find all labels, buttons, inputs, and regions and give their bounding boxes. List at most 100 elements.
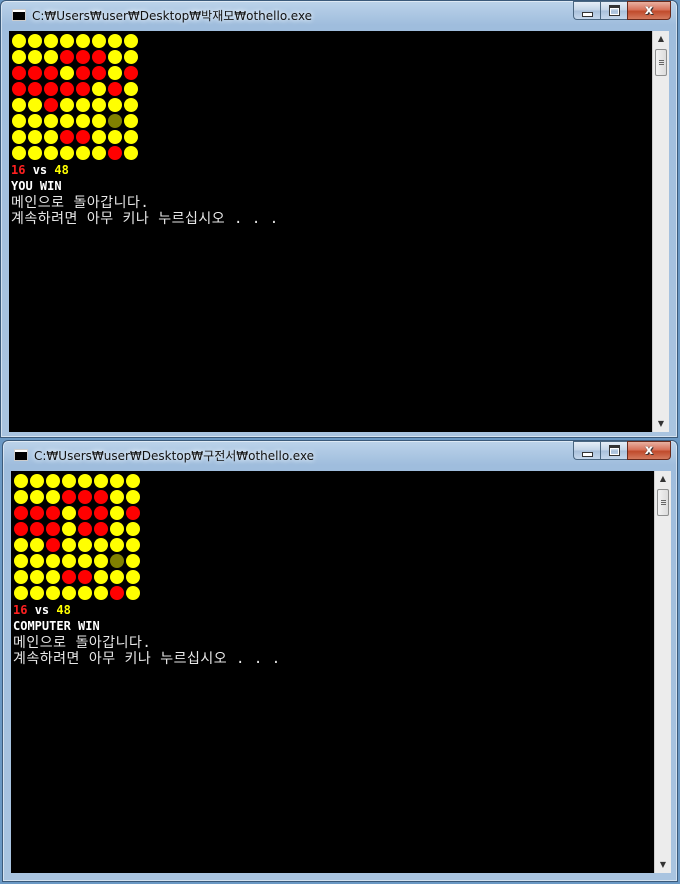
yellow-disc bbox=[28, 114, 42, 128]
yellow-disc bbox=[62, 586, 76, 600]
yellow-disc bbox=[110, 538, 124, 552]
red-disc bbox=[14, 506, 28, 520]
yellow-disc bbox=[94, 474, 108, 488]
title-bar[interactable]: C:₩Users₩user₩Desktop₩박재모₩othello.exe x bbox=[1, 1, 677, 31]
yellow-disc bbox=[60, 146, 74, 160]
yellow-disc bbox=[78, 586, 92, 600]
red-disc bbox=[62, 570, 76, 584]
yellow-disc bbox=[28, 98, 42, 112]
yellow-disc bbox=[108, 130, 122, 144]
yellow-disc bbox=[12, 146, 26, 160]
red-disc bbox=[78, 522, 92, 536]
yellow-disc bbox=[28, 34, 42, 48]
red-disc bbox=[46, 538, 60, 552]
red-disc bbox=[12, 66, 26, 80]
red-disc bbox=[28, 82, 42, 96]
red-disc bbox=[46, 506, 60, 520]
maximize-button[interactable] bbox=[600, 441, 627, 460]
minimize-button[interactable] bbox=[573, 1, 600, 20]
yellow-disc bbox=[92, 130, 106, 144]
yellow-score: 48 bbox=[56, 603, 71, 617]
yellow-disc bbox=[124, 34, 138, 48]
minimize-icon bbox=[581, 451, 593, 457]
yellow-disc bbox=[108, 50, 122, 64]
console-window-2: C:₩Users₩user₩Desktop₩구전서₩othello.exe x … bbox=[2, 440, 678, 882]
yellow-disc bbox=[46, 474, 60, 488]
console-output[interactable]: 16 vs 48 COMPUTER WIN 메인으로 돌아갑니다. 계속하려면 … bbox=[11, 471, 654, 873]
red-disc bbox=[78, 570, 92, 584]
close-button[interactable]: x bbox=[627, 441, 671, 460]
yellow-disc bbox=[44, 114, 58, 128]
yellow-disc bbox=[30, 570, 44, 584]
scroll-up-arrow-icon[interactable]: ▲ bbox=[653, 31, 669, 47]
yellow-disc bbox=[76, 34, 90, 48]
title-bar[interactable]: C:₩Users₩user₩Desktop₩구전서₩othello.exe x bbox=[3, 441, 677, 471]
press-any-key-message: 계속하려면 아무 키나 누르십시오 . . . bbox=[11, 211, 279, 227]
yellow-disc bbox=[78, 538, 92, 552]
red-disc bbox=[30, 522, 44, 536]
scroll-thumb[interactable] bbox=[655, 49, 667, 76]
scroll-up-arrow-icon[interactable]: ▲ bbox=[655, 471, 671, 487]
scroll-down-arrow-icon[interactable]: ▼ bbox=[653, 416, 669, 432]
vertical-scrollbar[interactable]: ▲ ▼ bbox=[654, 471, 671, 873]
yellow-disc bbox=[12, 98, 26, 112]
console-app-icon[interactable] bbox=[12, 9, 26, 21]
yellow-disc bbox=[126, 490, 140, 504]
yellow-disc bbox=[14, 538, 28, 552]
console-output[interactable]: 16 vs 48 YOU WIN 메인으로 돌아갑니다. 계속하려면 아무 키나… bbox=[9, 31, 652, 432]
score-line: 16 vs 48 bbox=[11, 163, 69, 177]
red-disc bbox=[46, 522, 60, 536]
red-disc bbox=[76, 130, 90, 144]
yellow-disc bbox=[124, 146, 138, 160]
yellow-disc bbox=[30, 474, 44, 488]
yellow-disc bbox=[110, 570, 124, 584]
yellow-disc bbox=[110, 474, 124, 488]
yellow-disc bbox=[60, 98, 74, 112]
scroll-down-arrow-icon[interactable]: ▼ bbox=[655, 857, 671, 873]
yellow-score: 48 bbox=[54, 163, 69, 177]
game-result: YOU WIN bbox=[11, 179, 62, 193]
hint-disc bbox=[108, 114, 122, 128]
console-app-icon[interactable] bbox=[14, 449, 28, 461]
score-vs: vs bbox=[32, 163, 48, 177]
red-disc bbox=[94, 522, 108, 536]
yellow-disc bbox=[28, 146, 42, 160]
yellow-disc bbox=[108, 66, 122, 80]
close-icon: x bbox=[644, 443, 654, 458]
maximize-button[interactable] bbox=[600, 1, 627, 20]
score-line: 16 vs 48 bbox=[13, 603, 71, 617]
yellow-disc bbox=[30, 490, 44, 504]
maximize-icon bbox=[608, 445, 620, 456]
yellow-disc bbox=[12, 34, 26, 48]
vertical-scrollbar[interactable]: ▲ ▼ bbox=[652, 31, 669, 432]
yellow-disc bbox=[108, 34, 122, 48]
maximize-icon bbox=[608, 5, 620, 16]
red-disc bbox=[94, 490, 108, 504]
red-disc bbox=[44, 82, 58, 96]
red-disc bbox=[60, 50, 74, 64]
close-button[interactable]: x bbox=[627, 1, 671, 20]
minimize-icon bbox=[581, 11, 593, 17]
yellow-disc bbox=[126, 522, 140, 536]
red-disc bbox=[124, 66, 138, 80]
yellow-disc bbox=[124, 98, 138, 112]
yellow-disc bbox=[12, 130, 26, 144]
yellow-disc bbox=[12, 50, 26, 64]
yellow-disc bbox=[14, 474, 28, 488]
red-disc bbox=[76, 82, 90, 96]
othello-board bbox=[13, 473, 141, 601]
scroll-thumb[interactable] bbox=[657, 489, 669, 516]
red-disc bbox=[94, 506, 108, 520]
yellow-disc bbox=[62, 506, 76, 520]
minimize-button[interactable] bbox=[573, 441, 600, 460]
red-disc bbox=[44, 66, 58, 80]
red-disc bbox=[92, 50, 106, 64]
red-disc bbox=[14, 522, 28, 536]
yellow-disc bbox=[30, 538, 44, 552]
yellow-disc bbox=[44, 146, 58, 160]
red-disc bbox=[110, 586, 124, 600]
game-result: COMPUTER WIN bbox=[13, 619, 100, 633]
othello-board bbox=[11, 33, 139, 161]
yellow-disc bbox=[92, 146, 106, 160]
red-disc bbox=[126, 506, 140, 520]
